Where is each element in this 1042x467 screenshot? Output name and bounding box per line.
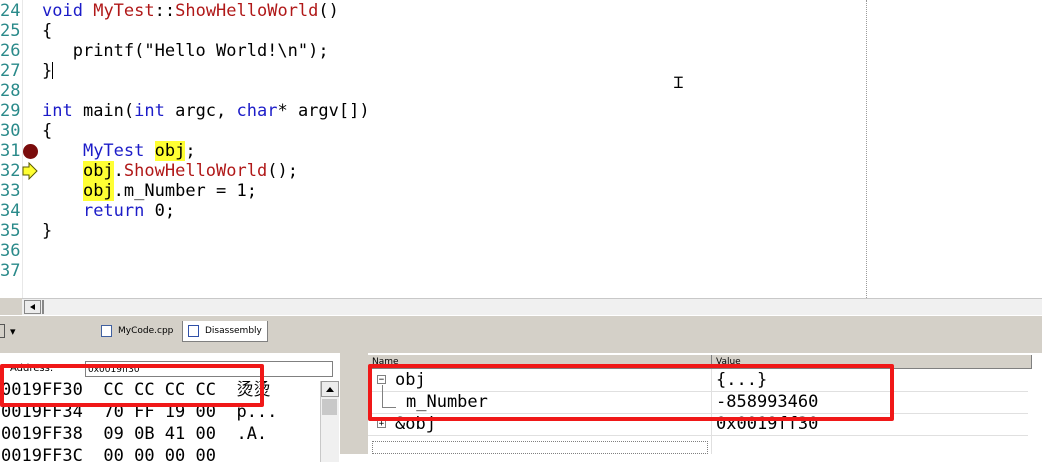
function-name: ShowHelloWorld bbox=[123, 161, 268, 181]
line-number-gutter[interactable]: 24 25 26 27 28 29 30 31 32 33 34 35 36 3… bbox=[0, 0, 22, 298]
current-line-arrow-icon bbox=[22, 162, 38, 180]
ibeam-cursor-icon: Ɪ bbox=[674, 73, 683, 92]
code-line-34[interactable]: return 0; bbox=[42, 201, 175, 221]
tab-mycode-cpp[interactable]: MyCode.cpp bbox=[96, 321, 180, 342]
keyword: void bbox=[42, 1, 83, 21]
code-text: * argv[]) bbox=[277, 101, 370, 121]
page-guide-line bbox=[866, 0, 867, 298]
tab-label: MyCode.cpp bbox=[118, 326, 174, 336]
code-text: } bbox=[42, 61, 53, 81]
memory-address: 0019FF3C bbox=[1, 446, 83, 466]
chevron-down-icon[interactable]: ▾ bbox=[10, 325, 16, 338]
line-number: 33 bbox=[0, 181, 21, 201]
row-divider bbox=[368, 435, 1028, 436]
keyword: char bbox=[236, 101, 278, 121]
code-line-31[interactable]: MyTest obj; bbox=[42, 141, 196, 161]
keyword: int bbox=[42, 101, 73, 121]
tab-disassembly[interactable]: Disassembly bbox=[182, 321, 268, 342]
line-number: 35 bbox=[0, 221, 21, 241]
horizontal-scrollbar[interactable] bbox=[22, 298, 1042, 316]
code-line-27[interactable]: } bbox=[42, 61, 54, 81]
scroll-up-icon[interactable] bbox=[321, 381, 339, 397]
code-line-26[interactable]: printf("Hello World!\n"); bbox=[42, 41, 329, 61]
code-editor[interactable]: 24 25 26 27 28 29 30 31 32 33 34 35 36 3… bbox=[0, 0, 1042, 298]
annotation-box bbox=[368, 364, 894, 421]
code-text: .m_Number = 1; bbox=[113, 181, 257, 201]
highlighted-identifier: obj bbox=[154, 141, 186, 161]
code-line-32[interactable]: obj.ShowHelloWorld(); bbox=[42, 161, 298, 181]
memory-bytes: 09 0B 41 00 bbox=[103, 424, 216, 444]
memory-ascii: .A. bbox=[236, 424, 268, 444]
line-number: 25 bbox=[0, 21, 21, 41]
memory-vertical-scrollbar[interactable] bbox=[320, 381, 339, 462]
code-text: (); bbox=[267, 161, 298, 181]
line-number: 28 bbox=[0, 81, 21, 101]
code-text: argc, bbox=[164, 101, 237, 121]
line-number: 30 bbox=[0, 121, 21, 141]
tab-label: Disassembly bbox=[205, 326, 262, 336]
line-number: 31 bbox=[0, 141, 21, 161]
code-text: . bbox=[113, 161, 124, 181]
dropdown-box[interactable] bbox=[0, 324, 5, 338]
panel-splitter[interactable] bbox=[344, 351, 366, 454]
highlighted-identifier: obj bbox=[82, 181, 114, 201]
scroll-divider bbox=[42, 300, 44, 314]
text-cursor bbox=[52, 62, 54, 79]
memory-bytes: 00 00 00 00 bbox=[103, 446, 216, 466]
code-text: :: bbox=[154, 1, 176, 21]
code-line-30[interactable]: { bbox=[42, 121, 52, 141]
scroll-left-icon[interactable] bbox=[24, 300, 41, 314]
line-number: 27 bbox=[0, 61, 21, 81]
code-text: 0; bbox=[144, 201, 176, 221]
code-line-29[interactable]: int main(int argc, char* argv[]) bbox=[42, 101, 370, 121]
line-number: 29 bbox=[0, 101, 21, 121]
memory-row: 0019FF3C 00 00 00 00 bbox=[1, 445, 236, 467]
code-text: ; bbox=[185, 141, 196, 161]
scroll-thumb[interactable] bbox=[322, 399, 337, 415]
code-text: printf("Hello World!\n"); bbox=[72, 41, 329, 61]
keyword: return bbox=[82, 201, 145, 221]
editor-corner bbox=[0, 298, 22, 315]
line-number: 32 bbox=[0, 161, 21, 181]
line-number: 34 bbox=[0, 201, 21, 221]
code-line-35[interactable]: } bbox=[42, 221, 52, 241]
function-name: ShowHelloWorld bbox=[175, 1, 319, 21]
type-name: MyTest bbox=[82, 141, 145, 161]
line-number: 26 bbox=[0, 41, 21, 61]
memory-row: 0019FF38 09 0B 41 00 .A. bbox=[1, 423, 267, 445]
file-icon bbox=[101, 325, 112, 337]
memory-address: 0019FF38 bbox=[1, 424, 83, 444]
keyword: int bbox=[134, 101, 165, 121]
code-line-25[interactable]: { bbox=[42, 21, 52, 41]
highlighted-identifier: obj bbox=[82, 161, 114, 181]
line-number: 36 bbox=[0, 241, 21, 261]
code-text: main( bbox=[72, 101, 135, 121]
code-line-24[interactable]: void MyTest::ShowHelloWorld() bbox=[42, 1, 339, 21]
new-watch-row[interactable] bbox=[372, 441, 708, 454]
disassembly-icon bbox=[188, 325, 199, 337]
code-line-33[interactable]: obj.m_Number = 1; bbox=[42, 181, 257, 201]
class-name: MyTest bbox=[93, 1, 155, 21]
document-tab-bar: ▾ MyCode.cpp Disassembly bbox=[0, 315, 1042, 346]
code-text: () bbox=[318, 1, 339, 21]
line-number: 24 bbox=[0, 1, 21, 21]
annotation-box bbox=[0, 364, 264, 407]
breakpoint-icon[interactable] bbox=[23, 144, 38, 159]
line-number: 37 bbox=[0, 261, 21, 281]
